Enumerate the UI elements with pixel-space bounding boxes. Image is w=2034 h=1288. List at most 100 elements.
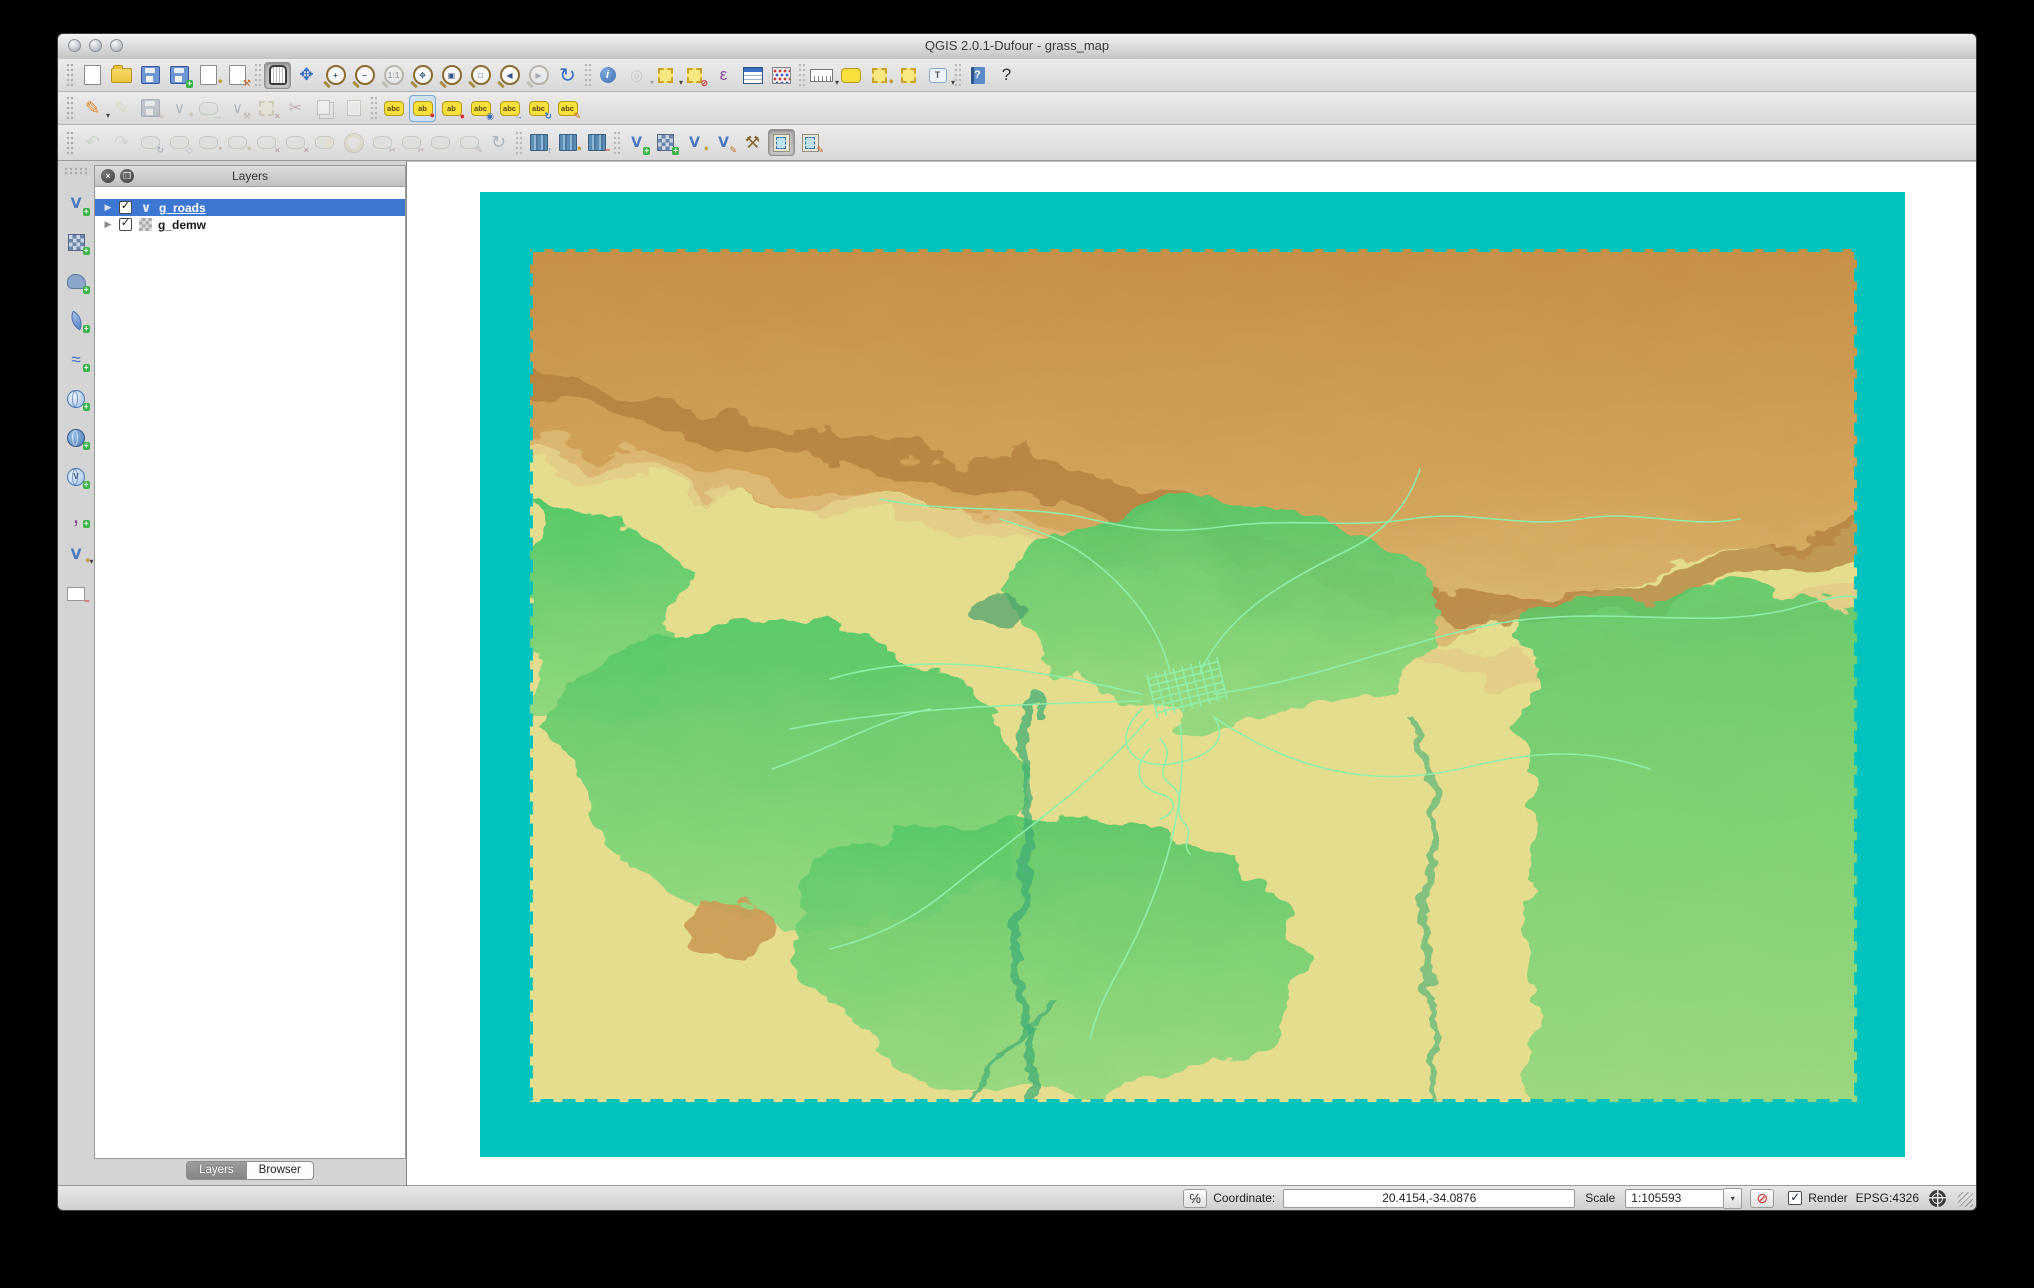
open-grass-tools-button[interactable]: ⚒ bbox=[739, 129, 766, 156]
highlight-pinned-labels-button[interactable]: ab ● bbox=[438, 95, 465, 122]
composer-manager-button[interactable]: ⚒ bbox=[224, 62, 251, 89]
panel-close-icon[interactable]: × bbox=[101, 169, 115, 183]
zoom-in-button[interactable]: + bbox=[322, 62, 349, 89]
new-project-button[interactable] bbox=[79, 62, 106, 89]
select-features-button[interactable]: ▾ bbox=[652, 62, 683, 89]
pin-unpin-labels-button[interactable]: ab ● bbox=[409, 94, 436, 122]
reshape-features-button bbox=[311, 129, 338, 156]
zoom-last-button[interactable]: ◀ bbox=[496, 62, 523, 89]
add-grass-raster-layer-button[interactable]: + bbox=[652, 129, 679, 156]
add-vector-layer-button[interactable]: V + bbox=[63, 190, 90, 217]
scale-value[interactable]: 1:105593 bbox=[1625, 1188, 1725, 1208]
new-shapefile-layer-dropdown-arrow-icon[interactable]: ▾ bbox=[89, 557, 93, 566]
expand-arrow-icon[interactable]: ▶ bbox=[101, 219, 115, 230]
edit-grass-vector-icon: V bbox=[718, 134, 729, 151]
remove-layer-button[interactable]: − bbox=[63, 580, 90, 607]
title-bar[interactable]: QGIS 2.0.1-Dufour - grass_map bbox=[58, 34, 1976, 60]
new-mapset-button[interactable]: * bbox=[554, 129, 581, 156]
edit-current-grass-region-button[interactable]: ✎ bbox=[797, 129, 824, 156]
open-project-button[interactable] bbox=[108, 62, 135, 89]
layer-item-g_roads[interactable]: ▶ ✓ ∨ g_roads bbox=[95, 199, 405, 216]
raster-layer-icon bbox=[139, 218, 152, 231]
add-spatialite-layer-button[interactable]: + bbox=[63, 307, 90, 334]
render-checkbox[interactable]: ✓ bbox=[1788, 1191, 1803, 1205]
new-shapefile-layer-button[interactable]: V * ▾ bbox=[63, 541, 94, 568]
add-mssql-layer-button[interactable]: ≈ + bbox=[63, 346, 90, 373]
new-shapefile-layer-icon: V bbox=[70, 546, 82, 563]
merge-features-icon bbox=[431, 136, 450, 149]
deselect-features-button[interactable]: ⊘ bbox=[681, 62, 708, 89]
new-print-composer-button[interactable]: * bbox=[195, 62, 222, 89]
measure-button[interactable]: ▾ bbox=[808, 62, 839, 89]
field-calculator-icon bbox=[772, 66, 791, 84]
crs-status-icon[interactable] bbox=[1929, 1189, 1946, 1207]
toolbar-drag-handle[interactable] bbox=[66, 63, 75, 87]
text-annotation-dropdown-arrow-icon[interactable]: ▾ bbox=[951, 78, 955, 87]
add-grass-vector-layer-button[interactable]: V + bbox=[623, 129, 650, 156]
tab-browser[interactable]: Browser bbox=[246, 1161, 314, 1180]
show-hide-labels-button[interactable]: abc ◉ bbox=[467, 95, 494, 122]
open-attribute-table-button[interactable] bbox=[739, 62, 766, 89]
window-resize-grip[interactable] bbox=[1958, 1192, 1973, 1207]
rotate-label-button[interactable]: abc ↻ bbox=[525, 95, 552, 122]
field-calculator-button[interactable] bbox=[768, 62, 795, 89]
create-new-grass-vector-button[interactable]: V * bbox=[681, 129, 708, 156]
zoom-out-button[interactable]: − bbox=[351, 62, 378, 89]
scale-dropdown-arrow-icon[interactable]: ▾ bbox=[1724, 1187, 1743, 1209]
copy-features-button bbox=[311, 95, 338, 122]
expand-arrow-icon[interactable]: ▶ bbox=[101, 202, 115, 213]
toolbar-drag-handle[interactable] bbox=[64, 167, 88, 176]
scale-combo[interactable]: 1:105593 ▾ bbox=[1625, 1187, 1743, 1209]
map-tips-button[interactable] bbox=[837, 62, 864, 89]
add-wcs-layer-button[interactable]: + bbox=[63, 424, 90, 451]
zoom-to-selection-button[interactable]: ▣ bbox=[438, 62, 465, 89]
current-edits-button[interactable]: ✎ ▾ bbox=[79, 95, 110, 122]
coordinate-input[interactable]: 20.4154,-34.0876 bbox=[1283, 1188, 1576, 1208]
zoom-full-extent-button[interactable]: ✥ bbox=[409, 62, 436, 89]
display-current-grass-region-button[interactable] bbox=[768, 129, 795, 156]
tab-layers[interactable]: Layers bbox=[186, 1161, 247, 1180]
text-annotation-button[interactable]: T ▾ bbox=[924, 62, 955, 89]
add-wms-layer-button[interactable]: + bbox=[63, 385, 90, 412]
move-label-button[interactable]: abc → bbox=[496, 95, 523, 122]
add-delimited-text-layer-button[interactable]: , + bbox=[63, 502, 90, 529]
change-label-button[interactable]: abc ✎ bbox=[554, 95, 581, 122]
add-wcs-layer-badge: + bbox=[82, 441, 90, 450]
add-mssql-layer-badge: + bbox=[82, 363, 90, 372]
layer-visibility-checkbox[interactable]: ✓ bbox=[119, 218, 132, 231]
zoom-to-layer-button[interactable]: □ bbox=[467, 62, 494, 89]
layer-visibility-checkbox[interactable]: ✓ bbox=[119, 201, 132, 214]
show-bookmarks-button[interactable] bbox=[895, 62, 922, 89]
new-bookmark-button[interactable]: * bbox=[866, 62, 893, 89]
window-title: QGIS 2.0.1-Dufour - grass_map bbox=[924, 38, 1110, 53]
add-part-button: * bbox=[224, 129, 251, 156]
coordinate-display-toggle-button[interactable]: ℅ bbox=[1183, 1188, 1208, 1208]
open-mapset-button[interactable]: ↑ bbox=[525, 129, 552, 156]
layers-panel-header[interactable]: × ❒ Layers bbox=[95, 166, 405, 187]
stop-render-button[interactable]: ⊘ bbox=[1750, 1188, 1775, 1208]
close-mapset-button[interactable]: − bbox=[583, 129, 610, 156]
deselect-features-badge: ⊘ bbox=[700, 77, 708, 88]
layer-labeling-options-button[interactable]: abc bbox=[380, 95, 407, 122]
help-contents-button[interactable]: ? bbox=[964, 62, 991, 89]
add-postgis-layer-button[interactable]: + bbox=[63, 268, 90, 295]
add-raster-layer-badge: + bbox=[82, 246, 90, 255]
select-by-expression-button[interactable]: ε bbox=[710, 62, 737, 89]
toolbar-drag-handle[interactable] bbox=[66, 96, 75, 120]
save-project-as-button[interactable]: + bbox=[166, 62, 193, 89]
layer-item-g_demw[interactable]: ▶ ✓ g_demw bbox=[95, 216, 405, 233]
display-current-grass-region-icon bbox=[773, 133, 790, 152]
refresh-map-button[interactable]: ↻ bbox=[554, 62, 581, 89]
toolbar-drag-handle[interactable] bbox=[66, 130, 75, 155]
edit-grass-vector-button[interactable]: V ✎ bbox=[710, 129, 737, 156]
save-project-button[interactable] bbox=[137, 62, 164, 89]
add-delimited-text-layer-badge: + bbox=[82, 519, 90, 528]
add-raster-layer-button[interactable]: + bbox=[63, 229, 90, 256]
add-wfs-layer-button[interactable]: V + bbox=[63, 463, 90, 490]
map-canvas[interactable] bbox=[406, 161, 1976, 1187]
pan-map-button[interactable] bbox=[264, 61, 291, 89]
pan-to-selection-button[interactable]: ✥ bbox=[293, 62, 320, 89]
panel-float-icon[interactable]: ❒ bbox=[120, 169, 134, 183]
identify-features-button[interactable]: i bbox=[594, 62, 621, 89]
whats-this-button[interactable]: ? bbox=[993, 62, 1020, 89]
